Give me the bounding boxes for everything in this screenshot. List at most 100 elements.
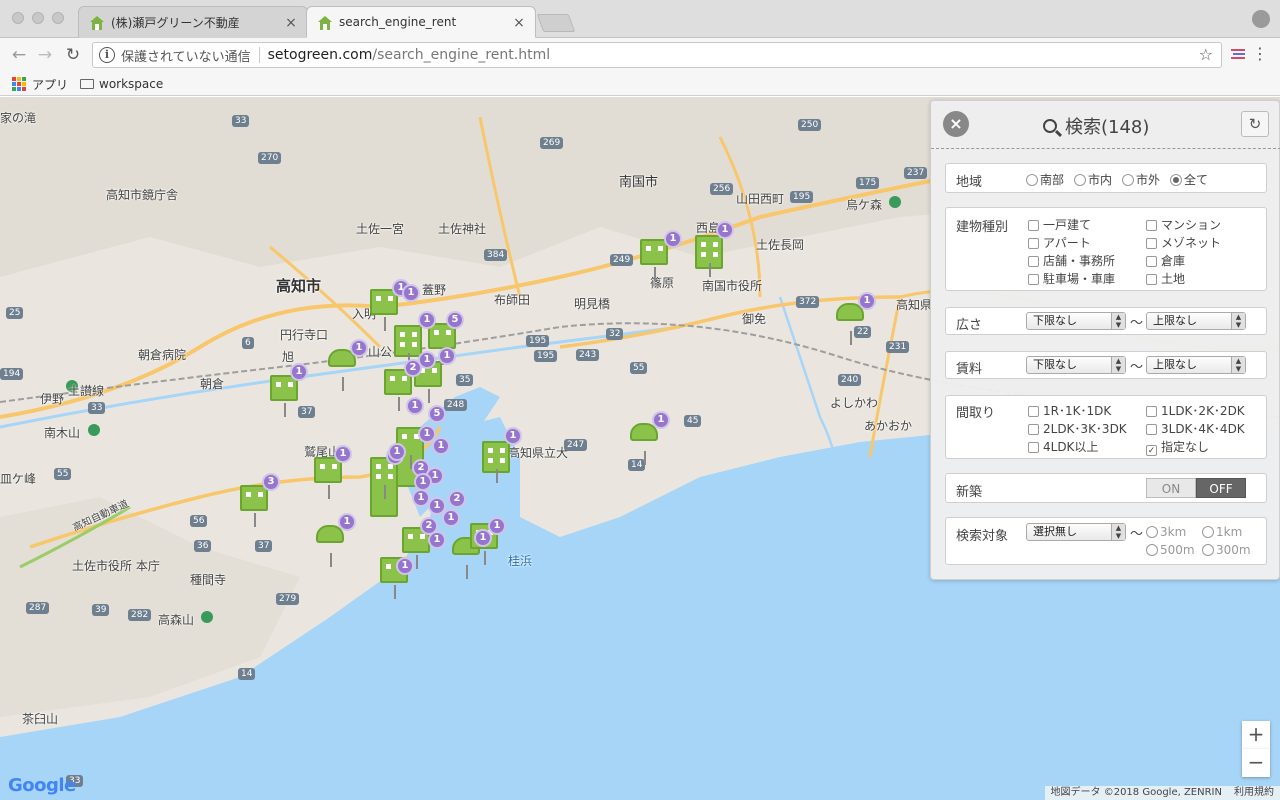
search-target-select[interactable]: 選択無し ▲ ▼ xyxy=(1026,523,1126,541)
rent-max-select[interactable]: 上限なし ▲ ▼ xyxy=(1146,356,1246,374)
checkbox[interactable] xyxy=(1146,220,1157,231)
cluster-count[interactable]: 1 xyxy=(716,221,734,239)
cluster-count[interactable]: 1 xyxy=(488,517,506,535)
cluster-count[interactable]: 1 xyxy=(442,509,460,527)
cluster-count[interactable]: 1 xyxy=(432,437,450,455)
building-option-house[interactable]: 一戸建て xyxy=(1028,216,1091,233)
checkbox[interactable] xyxy=(1146,256,1157,267)
window-minimize-button[interactable] xyxy=(32,12,44,24)
cluster-count[interactable]: 1 xyxy=(350,339,368,357)
close-panel-button[interactable]: × xyxy=(943,111,969,137)
cluster-count[interactable]: 1 xyxy=(334,445,352,463)
checkbox[interactable] xyxy=(1146,406,1157,417)
checkbox[interactable] xyxy=(1028,442,1039,453)
tab-search-engine-rent[interactable]: search_engine_rent × xyxy=(306,6,536,38)
checkbox[interactable] xyxy=(1028,220,1039,231)
property-marker[interactable] xyxy=(482,441,510,483)
new-tab-button[interactable] xyxy=(536,14,576,32)
cluster-count[interactable]: 1 xyxy=(428,531,446,549)
distance-option-3km[interactable]: 3km xyxy=(1146,525,1186,539)
checkbox[interactable] xyxy=(1028,424,1039,435)
cluster-count[interactable]: 1 xyxy=(858,292,876,310)
cluster-count[interactable]: 1 xyxy=(504,427,522,445)
building-option-land[interactable]: 土地 xyxy=(1146,270,1185,287)
area-option-all[interactable]: 全て xyxy=(1170,171,1208,188)
property-marker[interactable] xyxy=(370,457,398,517)
terms-link[interactable]: 利用規約 xyxy=(1234,786,1274,800)
bookmark-workspace[interactable]: workspace xyxy=(80,75,163,93)
layout-option-2ldk[interactable]: 2LDK･3K･3DK xyxy=(1028,420,1127,437)
cluster-count[interactable]: 1 xyxy=(652,411,670,429)
area-option-shigai[interactable]: 市外 xyxy=(1122,171,1160,188)
radio-button-selected[interactable] xyxy=(1170,174,1182,186)
extension-icon[interactable] xyxy=(1230,46,1246,62)
property-marker[interactable] xyxy=(640,239,668,281)
cluster-count[interactable]: 1 xyxy=(402,284,420,302)
size-min-select[interactable]: 下限なし ▲ ▼ xyxy=(1026,312,1126,330)
radio-button[interactable] xyxy=(1146,544,1158,556)
address-bar[interactable]: i 保護されていない通信 setogreen.com/search_engine… xyxy=(92,42,1222,68)
cluster-count[interactable]: 1 xyxy=(474,529,492,547)
radio-button[interactable] xyxy=(1202,544,1214,556)
radio-button[interactable] xyxy=(1122,174,1134,186)
cluster-count[interactable]: 2 xyxy=(448,490,466,508)
cluster-count[interactable]: 1 xyxy=(418,311,436,329)
cluster-count[interactable]: 1 xyxy=(290,363,308,381)
distance-option-500m[interactable]: 500m xyxy=(1146,543,1195,557)
cluster-count[interactable]: 1 xyxy=(418,351,436,369)
checkbox[interactable] xyxy=(1146,424,1157,435)
building-option-mansion[interactable]: マンション xyxy=(1146,216,1221,233)
cluster-count[interactable]: 1 xyxy=(438,347,456,365)
reload-button[interactable]: ↻ xyxy=(62,44,84,66)
cluster-count[interactable]: 1 xyxy=(428,497,446,515)
property-marker[interactable] xyxy=(394,325,422,367)
checkbox[interactable] xyxy=(1028,406,1039,417)
area-option-shinai[interactable]: 市内 xyxy=(1074,171,1112,188)
building-option-parking[interactable]: 駐車場・車庫 xyxy=(1028,270,1115,287)
zoom-in-button[interactable]: + xyxy=(1242,721,1270,749)
radio-button[interactable] xyxy=(1026,174,1038,186)
rent-min-select[interactable]: 下限なし ▲ ▼ xyxy=(1026,356,1126,374)
layout-option-1r[interactable]: 1R･1K･1DK xyxy=(1028,402,1111,419)
cluster-count[interactable]: 3 xyxy=(262,473,280,491)
radio-button[interactable] xyxy=(1146,526,1158,538)
profile-icon[interactable] xyxy=(1252,10,1270,28)
building-option-shop[interactable]: 店舗・事務所 xyxy=(1028,252,1115,269)
layout-option-4ldk[interactable]: 4LDK以上 xyxy=(1028,438,1098,455)
checkbox[interactable] xyxy=(1146,238,1157,249)
checkbox[interactable] xyxy=(1146,274,1157,285)
layout-option-3ldk[interactable]: 3LDK･4K･4DK xyxy=(1146,420,1245,437)
radio-button[interactable] xyxy=(1074,174,1086,186)
distance-option-1km[interactable]: 1km xyxy=(1202,525,1242,539)
layout-option-none[interactable]: ✓ 指定なし xyxy=(1146,438,1209,456)
bookmark-star-icon[interactable]: ☆ xyxy=(1199,45,1213,64)
cluster-count[interactable]: 5 xyxy=(428,405,446,423)
toggle-off[interactable]: OFF xyxy=(1196,478,1246,498)
bookmark-apps[interactable]: アプリ xyxy=(12,75,68,93)
tab-setogreen-home[interactable]: (株)瀬戸グリーン不動産 × xyxy=(78,6,308,38)
cluster-count[interactable]: 1 xyxy=(664,230,682,248)
radio-button[interactable] xyxy=(1202,526,1214,538)
cluster-count[interactable]: 1 xyxy=(418,425,436,443)
new-build-toggle[interactable]: ON OFF xyxy=(1146,478,1246,498)
cluster-count[interactable]: 5 xyxy=(446,311,464,329)
area-option-nanbu[interactable]: 南部 xyxy=(1026,171,1064,188)
tab-close-icon[interactable]: × xyxy=(511,15,527,31)
toggle-on[interactable]: ON xyxy=(1146,478,1196,498)
info-icon[interactable]: i xyxy=(99,47,115,63)
refresh-button[interactable]: ↻ xyxy=(1241,111,1269,137)
tab-close-icon[interactable]: × xyxy=(283,15,299,31)
browser-menu-icon[interactable]: ⋮ xyxy=(1252,44,1268,64)
window-close-button[interactable] xyxy=(12,12,24,24)
checkbox[interactable] xyxy=(1028,238,1039,249)
forward-button[interactable]: → xyxy=(34,44,56,66)
building-option-maisonette[interactable]: メゾネット xyxy=(1146,234,1221,251)
checkbox[interactable] xyxy=(1028,256,1039,267)
distance-option-300m[interactable]: 300m xyxy=(1202,543,1251,557)
size-max-select[interactable]: 上限なし ▲ ▼ xyxy=(1146,312,1246,330)
building-option-apartment[interactable]: アパート xyxy=(1028,234,1091,251)
building-option-warehouse[interactable]: 倉庫 xyxy=(1146,252,1185,269)
cluster-count[interactable]: 1 xyxy=(388,443,406,461)
checkbox[interactable] xyxy=(1028,274,1039,285)
cluster-count[interactable]: 1 xyxy=(406,397,424,415)
